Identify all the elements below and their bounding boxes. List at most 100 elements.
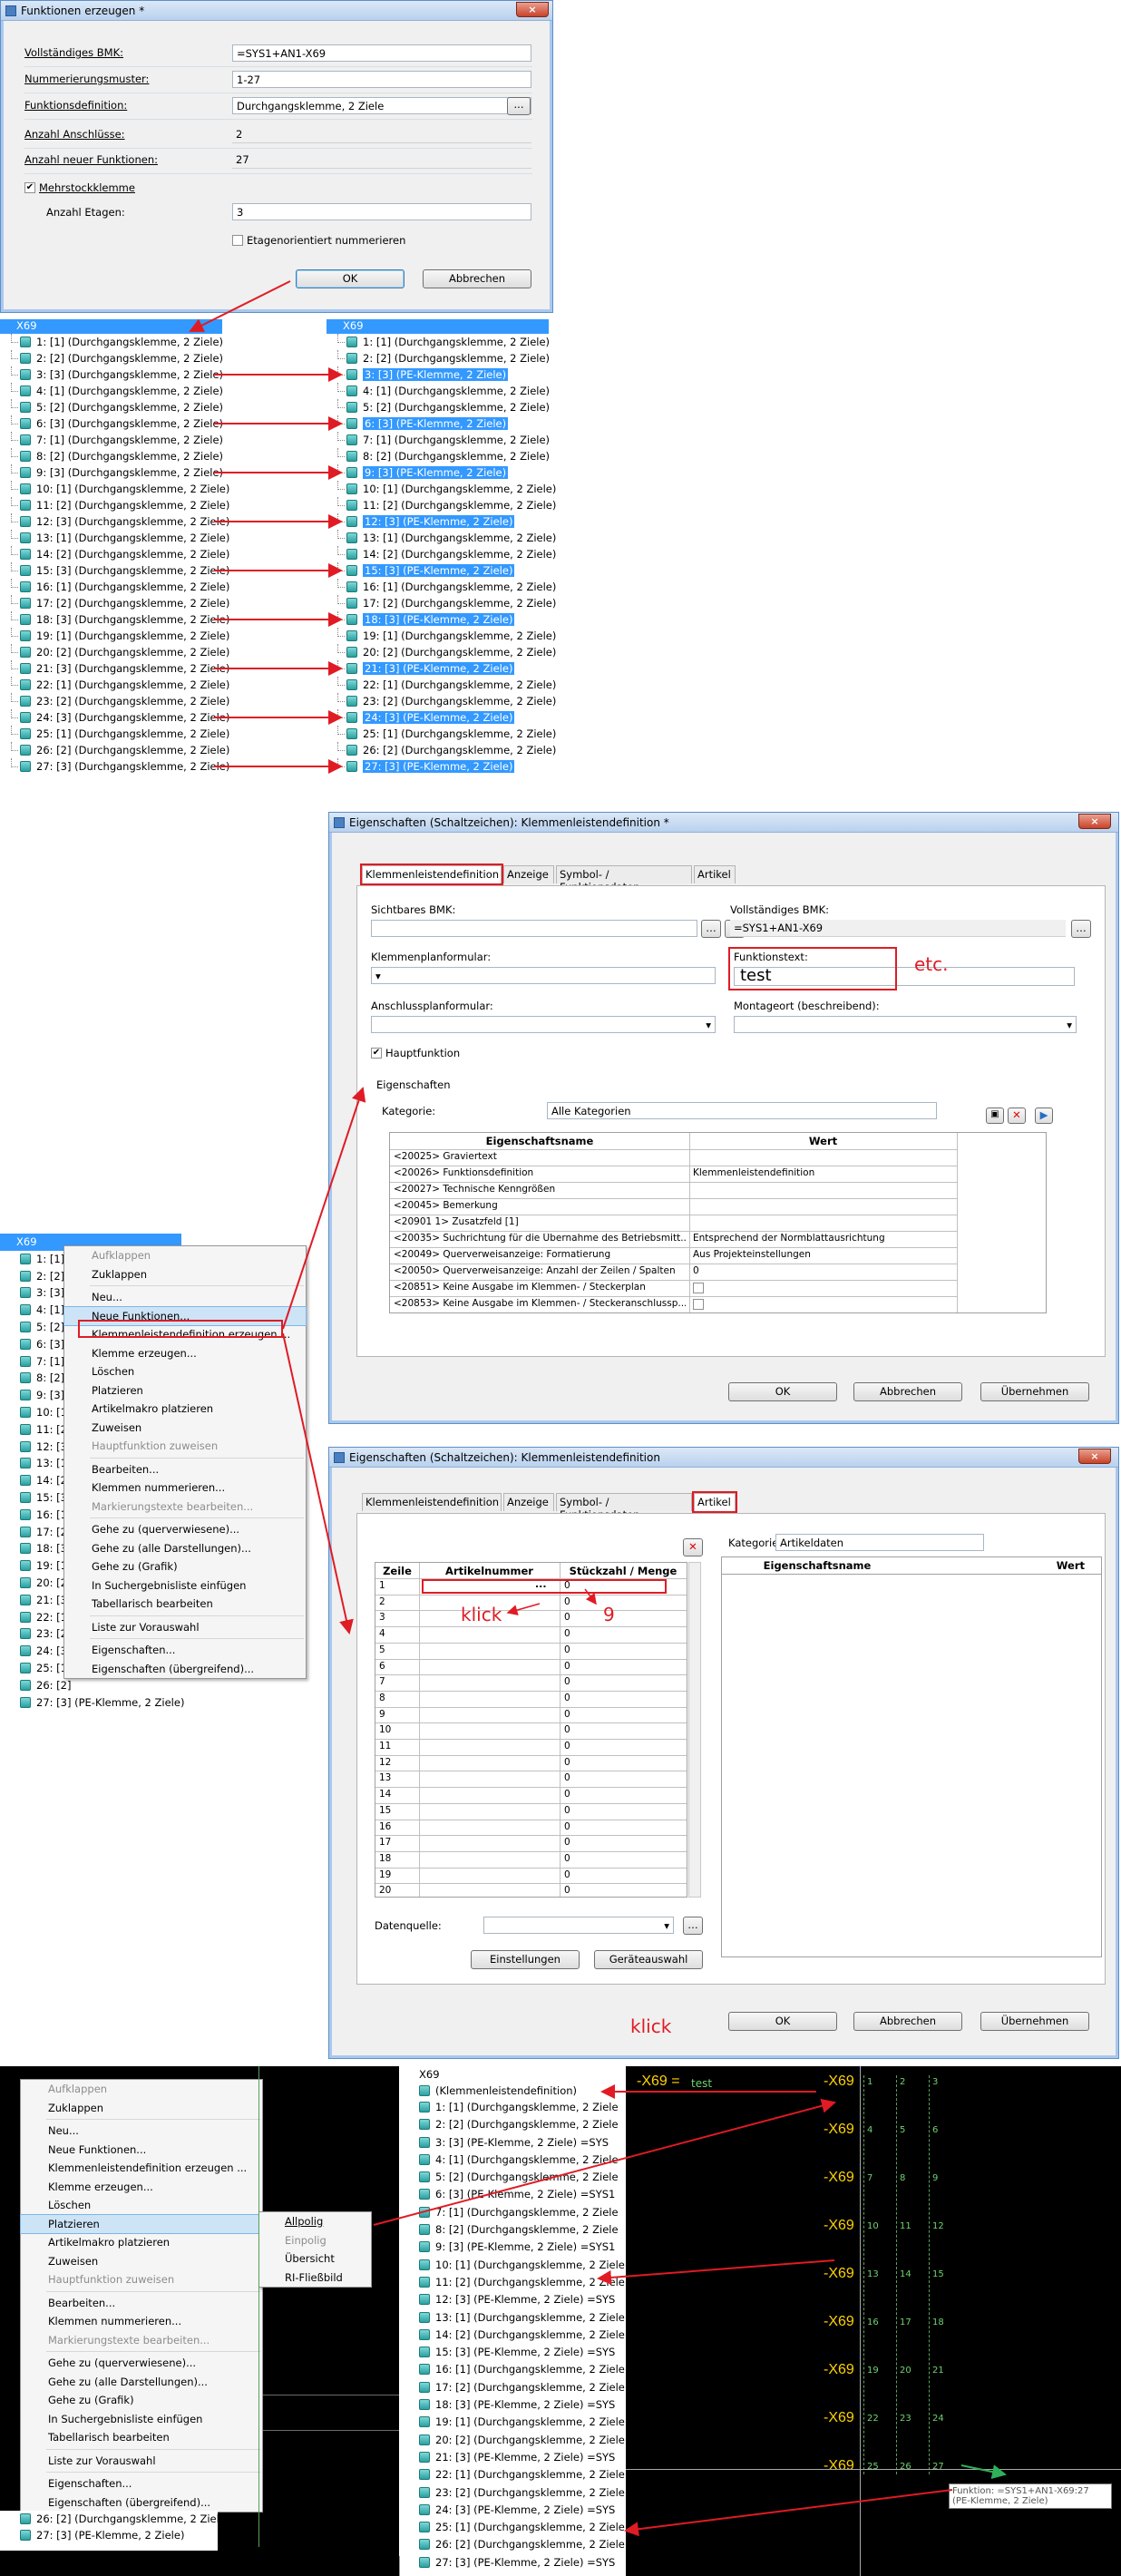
tree-item[interactable]: 2: [2] (Durchgangsklemme, 2 Ziele) (0, 350, 223, 366)
tree-item[interactable]: 27: [3] (PE-Klemme, 2 Ziele) (0, 1694, 184, 1711)
property-name[interactable]: <20027> Technische Kenngrößen (394, 1184, 686, 1195)
tree-item[interactable]: 23: [2] (Durchgangsklemme, 2 Ziele) (0, 693, 229, 709)
menu-item[interactable]: Platzieren (20, 2213, 263, 2234)
kategorie-select[interactable]: Alle Kategorien (547, 1102, 937, 1119)
tree-item[interactable]: 7: [1] (Durchgangsklemme, 2 Ziele (399, 2204, 626, 2221)
einstellungen-button[interactable]: Einstellungen (471, 1950, 580, 1969)
tree-item[interactable]: 17: [2] (Durchgangsklemme, 2 Ziele) (327, 595, 556, 611)
submenu-item[interactable]: Übersicht (259, 2249, 371, 2269)
menu-item[interactable]: Zuweisen (21, 2252, 262, 2271)
ok-button[interactable]: OK (296, 269, 405, 288)
menu-item[interactable]: Markierungstexte bearbeiten... (64, 1498, 306, 1517)
tab-symbol[interactable]: Symbol- / Funktionsdaten (556, 865, 692, 893)
menge-cell[interactable]: 0 (564, 1644, 570, 1655)
tree-item[interactable]: 26: [2] (Durchgangsklemme, 2 Ziele) (0, 2511, 229, 2527)
tree-definition-item[interactable]: (Klemmenleistendefinition) (399, 2083, 626, 2099)
tree-item[interactable]: 10: [1] (Durchgangsklemme, 2 Ziele) (0, 481, 229, 497)
menu-item[interactable]: Klemme erzeugen... (21, 2178, 262, 2197)
menu-item[interactable]: Artikelmakro platzieren (21, 2233, 262, 2252)
cancel-button[interactable]: Abbrechen (853, 1382, 962, 1401)
menu-item[interactable]: Eigenschaften (übergreifend)... (64, 1660, 306, 1679)
tree-item[interactable]: 9: [3] (Durchgangsklemme, 2 Ziele) (0, 464, 223, 481)
vollst-bmk-browse-button[interactable]: … (1071, 920, 1091, 938)
montageort-select[interactable]: ▾ (734, 1016, 1077, 1033)
menu-item[interactable]: Gehe zu (alle Darstellungen)... (64, 1539, 306, 1558)
tree-item[interactable]: 1: [1] (Durchgangsklemme, 2 Ziele (399, 2099, 626, 2116)
tree-item[interactable]: 15: [3] (PE-Klemme, 2 Ziele) (327, 562, 549, 579)
property-name[interactable]: <20045> Bemerkung (394, 1200, 686, 1211)
tree-item[interactable]: 20: [2] (Durchgangsklemme, 2 Ziele) (327, 644, 556, 660)
menu-item[interactable]: Eigenschaften... (64, 1641, 306, 1660)
menu-item[interactable]: Zuklappen (64, 1265, 306, 1284)
tree-item[interactable]: 3: [3] (Durchgangsklemme, 2 Ziele) (0, 366, 223, 383)
menge-cell[interactable]: 0 (564, 1693, 570, 1703)
tree-item[interactable]: 5: [2] (Durchgangsklemme, 2 Ziele (399, 2169, 626, 2186)
ok-button[interactable]: OK (728, 2012, 837, 2031)
apply-button[interactable]: Übernehmen (980, 1382, 1089, 1401)
tree-item[interactable]: 24: [3] (Durchgangsklemme, 2 Ziele) (0, 709, 229, 726)
tree-item[interactable]: 19: [1] (Durchgangsklemme, 2 Ziele (399, 2414, 626, 2431)
tree-item[interactable]: 5: [2] (Durchgangsklemme, 2 Ziele) (0, 399, 223, 415)
menu-item[interactable]: Liste zur Vorauswahl (21, 2452, 262, 2471)
tree-item[interactable]: 25: [1] (Durchgangsklemme, 2 Ziele) (0, 726, 229, 742)
tree-item[interactable]: 5: [2] (Durchgangsklemme, 2 Ziele) (327, 399, 550, 415)
menge-cell[interactable]: 0 (564, 1837, 570, 1848)
menge-cell[interactable]: 0 (564, 1821, 570, 1832)
tree-item[interactable]: 7: [1] (Durchgangsklemme, 2 Ziele) (0, 432, 223, 448)
datenquelle-browse-button[interactable]: … (683, 1917, 703, 1935)
menge-cell[interactable]: 0 (564, 1661, 570, 1672)
hauptfunktion-checkbox[interactable]: ✔ (371, 1048, 382, 1059)
tree-item[interactable]: 13: [1] (Durchgangsklemme, 2 Ziele (399, 2309, 626, 2327)
tree-item[interactable]: 20: [2] (Durchgangsklemme, 2 Ziele) (0, 644, 229, 660)
menu-item[interactable]: Eigenschaften (übergreifend)... (21, 2493, 262, 2513)
cad-terminal-label[interactable]: -X69 (824, 2170, 854, 2186)
menu-item[interactable]: Aufklappen (21, 2080, 262, 2099)
tree-item[interactable]: 26: [2] (Durchgangsklemme, 2 Ziele) (327, 742, 556, 758)
tab-klemmenleistendefinition[interactable]: Klemmenleistendefinition (362, 1493, 502, 1511)
tree-item[interactable]: 27: [3] (Durchgangsklemme, 2 Ziele) (0, 758, 229, 775)
menu-item[interactable]: Artikelmakro platzieren (64, 1400, 306, 1419)
tree-item[interactable]: 22: [1] (Durchgangsklemme, 2 Ziele) (0, 677, 229, 693)
tree-item[interactable]: 21: [3] (PE-Klemme, 2 Ziele) =SYS (399, 2449, 626, 2466)
property-name[interactable]: <20026> Funktionsdefinition (394, 1167, 686, 1178)
menu-item[interactable]: Liste zur Vorauswahl (64, 1618, 306, 1637)
menu-item[interactable]: Platzieren (64, 1381, 306, 1400)
tree-item[interactable]: 9: [3] (PE-Klemme, 2 Ziele) (327, 464, 549, 481)
browse-button[interactable]: ... (507, 97, 531, 115)
ok-button[interactable]: OK (728, 1382, 837, 1401)
tree-item[interactable]: 24: [3] (PE-Klemme, 2 Ziele) =SYS (399, 2502, 626, 2519)
cancel-button[interactable]: Abbrechen (853, 2012, 962, 2031)
menu-item[interactable]: Klemmenleistendefinition erzeugen ... (21, 2159, 262, 2178)
sichtbares-bmk-input[interactable] (371, 920, 697, 937)
tree-item[interactable]: 26: [2] (Durchgangsklemme, 2 Ziele) (0, 742, 229, 758)
tree-item[interactable]: 10: [1] (Durchgangsklemme, 2 Ziele (399, 2257, 626, 2274)
tree-item[interactable]: 19: [1] (Durchgangsklemme, 2 Ziele) (0, 628, 229, 644)
tree-item[interactable]: 4: [1] (Durchgangsklemme, 2 Ziele) (0, 383, 223, 399)
menu-item[interactable]: Neu... (64, 1288, 306, 1307)
menu-item[interactable]: Eigenschaften... (21, 2474, 262, 2493)
arrow-right-icon[interactable]: ▶ (1035, 1107, 1053, 1124)
close-button[interactable]: × (516, 2, 549, 17)
menge-cell[interactable]: 0 (564, 1724, 570, 1735)
tree-item[interactable]: 25: [1] (Durchgangsklemme, 2 Ziele) (327, 726, 556, 742)
submenu-item[interactable]: RI-Fließbild (259, 2269, 371, 2288)
menge-cell[interactable]: 0 (564, 1885, 570, 1896)
tree-item[interactable]: 24: [3] (PE-Klemme, 2 Ziele) (327, 709, 549, 726)
close-button[interactable]: × (1078, 1449, 1111, 1464)
tab-artikel[interactable]: Artikel (694, 865, 736, 883)
tree-item[interactable]: 3: [3] (PE-Klemme, 2 Ziele) (327, 366, 549, 383)
cad-terminal-label[interactable]: -X69 (824, 2122, 854, 2138)
anschluss-select[interactable]: ▾ (371, 1016, 716, 1033)
tree-item[interactable]: 4: [1] (Durchgangsklemme, 2 Ziele) (327, 383, 550, 399)
cancel-button[interactable]: Abbrechen (423, 269, 531, 288)
tree-item[interactable]: 22: [1] (Durchgangsklemme, 2 Ziele (399, 2466, 626, 2483)
tree-item[interactable]: 17: [2] (Durchgangsklemme, 2 Ziele (399, 2379, 626, 2396)
tree-item[interactable]: 6: [3] (Durchgangsklemme, 2 Ziele) (0, 415, 223, 432)
tree-item[interactable]: 9: [3] (PE-Klemme, 2 Ziele) =SYS1 (399, 2239, 626, 2256)
menge-cell[interactable]: 0 (564, 1628, 570, 1639)
tree-item[interactable]: 17: [2] (Durchgangsklemme, 2 Ziele) (0, 595, 229, 611)
submenu-item[interactable]: Einpolig (259, 2231, 371, 2250)
tree-item[interactable]: 26: [2] (0, 1677, 181, 1694)
geraeteauswahl-button[interactable]: Geräteauswahl (594, 1950, 703, 1969)
tree-header[interactable]: X69 (399, 2066, 626, 2083)
